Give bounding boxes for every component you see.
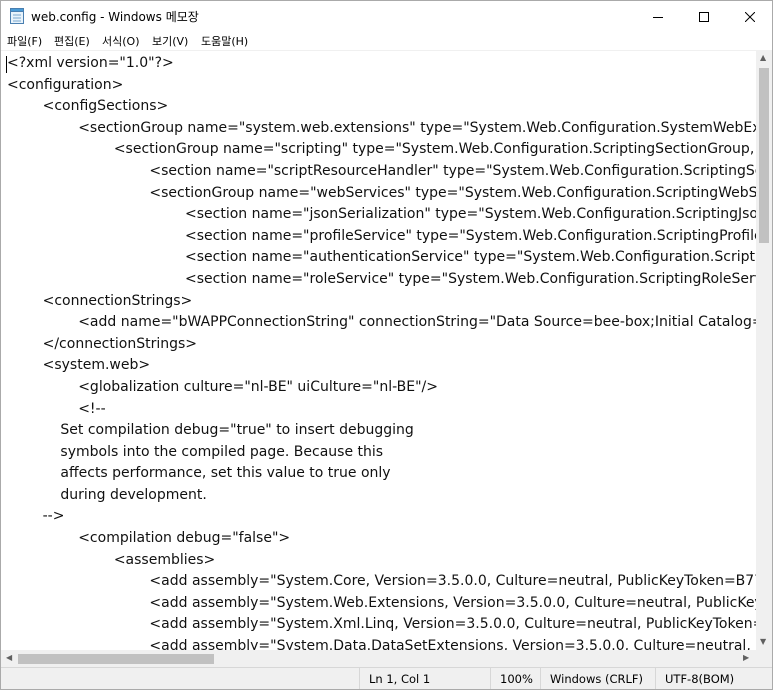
menu-file[interactable]: 파일(F): [7, 33, 42, 49]
text-editor[interactable]: <?xml version="1.0"?> <configuration> <co…: [1, 50, 756, 651]
editor-line[interactable]: <system.web>: [7, 355, 756, 377]
notepad-icon: [10, 8, 24, 24]
maximize-icon: [699, 7, 709, 26]
menu-edit[interactable]: 편집(E): [54, 33, 90, 49]
zoom-level: 100%: [490, 668, 540, 689]
close-icon: [744, 7, 756, 26]
minimize-button[interactable]: [635, 1, 681, 32]
editor-line[interactable]: during development.: [7, 485, 756, 507]
editor-line[interactable]: <connectionStrings>: [7, 291, 756, 313]
scrollbar-corner: [756, 650, 772, 667]
maximize-button[interactable]: [681, 1, 727, 32]
editor-line[interactable]: <section name="scriptResourceHandler" ty…: [7, 161, 756, 183]
editor-line[interactable]: <sectionGroup name="system.web.extension…: [7, 118, 756, 140]
editor-line[interactable]: <add name="bWAPPConnectionString" connec…: [7, 312, 756, 334]
editor-line[interactable]: </connectionStrings>: [7, 334, 756, 356]
editor-line[interactable]: symbols into the compiled page. Because …: [7, 442, 756, 464]
editor-line[interactable]: <?xml version="1.0"?>: [7, 53, 756, 75]
menu-view[interactable]: 보기(V): [152, 33, 188, 49]
encoding: UTF-8(BOM): [655, 668, 772, 689]
notepad-window: web.config - Windows 메모장 파일(F) 편집(E) 서식(…: [0, 0, 773, 690]
minimize-icon: [653, 7, 663, 26]
scroll-up-icon[interactable]: ▲: [760, 54, 766, 62]
window-title: web.config - Windows 메모장: [31, 10, 199, 24]
editor-line[interactable]: affects performance, set this value to t…: [7, 463, 756, 485]
editor-line[interactable]: <compilation debug="false">: [7, 528, 756, 550]
horizontal-scroll-thumb[interactable]: [18, 654, 214, 664]
cursor-position: Ln 1, Col 1: [359, 668, 490, 689]
scroll-left-icon[interactable]: ◀: [6, 654, 12, 662]
menu-format[interactable]: 서식(O): [102, 33, 139, 49]
scroll-right-icon[interactable]: ▶: [743, 654, 749, 662]
close-button[interactable]: [727, 1, 772, 32]
editor-line[interactable]: <section name="profileService" type="Sys…: [7, 226, 756, 248]
editor-line[interactable]: <add assembly="System.Xml.Linq, Version=…: [7, 614, 756, 636]
editor-line[interactable]: <assemblies>: [7, 550, 756, 572]
editor-line[interactable]: <globalization culture="nl-BE" uiCulture…: [7, 377, 756, 399]
scroll-down-icon[interactable]: ▼: [760, 638, 766, 646]
text-caret: [6, 56, 7, 73]
editor-line[interactable]: <sectionGroup name="scripting" type="Sys…: [7, 139, 756, 161]
editor-line[interactable]: <!--: [7, 399, 756, 421]
editor-line[interactable]: <configSections>: [7, 96, 756, 118]
editor-line[interactable]: <section name="roleService" type="System…: [7, 269, 756, 291]
editor-line[interactable]: -->: [7, 506, 756, 528]
title-bar[interactable]: web.config - Windows 메모장: [1, 1, 772, 32]
editor-line[interactable]: <section name="authenticationService" ty…: [7, 247, 756, 269]
vertical-scrollbar[interactable]: ▲ ▼: [756, 50, 772, 650]
status-bar: Ln 1, Col 1 100% Windows (CRLF) UTF-8(BO…: [1, 667, 772, 689]
editor-line[interactable]: Set compilation debug="true" to insert d…: [7, 420, 756, 442]
horizontal-scrollbar[interactable]: ◀ ▶: [1, 650, 756, 667]
editor-content[interactable]: <?xml version="1.0"?> <configuration> <co…: [7, 53, 756, 651]
editor-line[interactable]: <add assembly="System.Web.Extensions, Ve…: [7, 593, 756, 615]
editor-line[interactable]: <section name="jsonSerialization" type="…: [7, 204, 756, 226]
menu-bar: 파일(F) 편집(E) 서식(O) 보기(V) 도움말(H): [1, 32, 772, 50]
editor-line[interactable]: <add assembly="System.Core, Version=3.5.…: [7, 571, 756, 593]
vertical-scroll-thumb[interactable]: [759, 68, 769, 243]
line-ending: Windows (CRLF): [540, 668, 655, 689]
editor-line[interactable]: <sectionGroup name="webServices" type="S…: [7, 183, 756, 205]
menu-help[interactable]: 도움말(H): [201, 33, 248, 49]
editor-line[interactable]: <add assembly="System.Data.DataSetExtens…: [7, 636, 756, 651]
editor-line[interactable]: <configuration>: [7, 75, 756, 97]
